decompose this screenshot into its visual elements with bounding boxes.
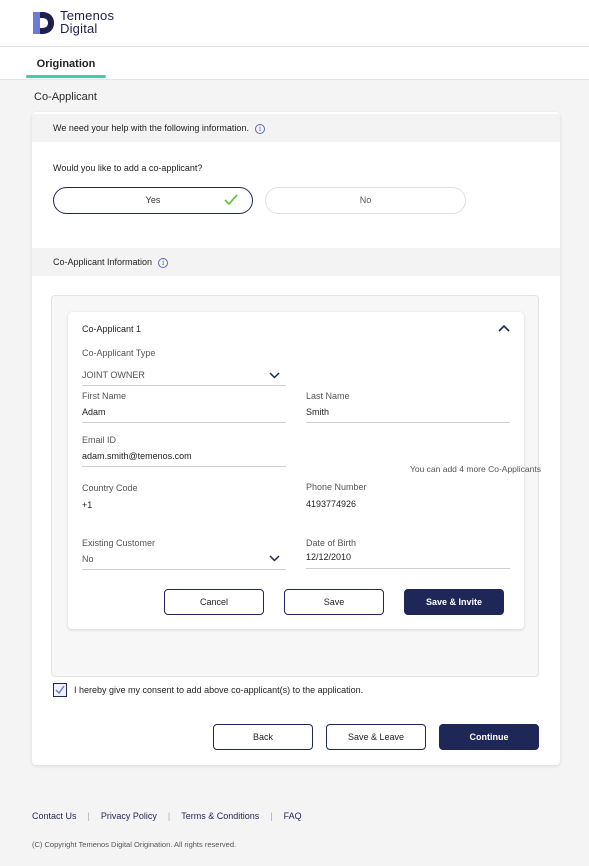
remaining-applicants-note: You can add 4 more Co-Applicants (409, 464, 541, 474)
chevron-up-icon[interactable] (498, 324, 510, 332)
copyright-text: (C) Copyright Temenos Digital Originatio… (32, 840, 237, 849)
tab-bar: Origination (0, 47, 589, 80)
no-option-label: No (359, 195, 372, 205)
help-strip: We need your help with the following inf… (32, 114, 560, 142)
check-icon (55, 685, 65, 695)
date-of-birth-field[interactable]: 12/12/2010 (306, 552, 351, 562)
no-option-button[interactable]: No (265, 187, 466, 214)
info-icon[interactable]: i (158, 257, 169, 268)
co-applicant-information-strip: Co-Applicant Information i (32, 248, 560, 276)
save-button[interactable]: Save (284, 589, 384, 615)
faq-link[interactable]: FAQ (284, 811, 302, 821)
app-header: Temenos Digital (0, 0, 589, 47)
section-strip-text: Co-Applicant Information (53, 257, 153, 267)
last-name-field[interactable]: Smith (306, 407, 329, 417)
add-co-applicant-question: Would you like to add a co-applicant? (53, 163, 203, 173)
last-name-label: Last Name (306, 391, 350, 401)
save-leave-button[interactable]: Save & Leave (326, 724, 426, 750)
email-underline (82, 466, 286, 467)
chevron-down-icon[interactable] (269, 555, 280, 562)
existing-customer-underline (82, 569, 286, 570)
first-name-underline (82, 422, 286, 423)
save-invite-button[interactable]: Save & Invite (404, 589, 504, 615)
first-name-label: First Name (82, 391, 127, 401)
privacy-policy-link[interactable]: Privacy Policy (101, 811, 157, 821)
page-title: Co-Applicant (34, 91, 97, 103)
terms-conditions-link[interactable]: Terms & Conditions (181, 811, 259, 821)
co-applicant-type-label: Co-Applicant Type (82, 348, 156, 358)
co-applicant-type-select[interactable]: JOINT OWNER (82, 370, 145, 380)
country-code-label: Country Code (82, 483, 138, 493)
co-applicant-card: We need your help with the following inf… (32, 112, 560, 765)
info-icon[interactable]: i (254, 123, 265, 134)
footer-separator: | (167, 811, 171, 821)
country-code-field[interactable]: +1 (82, 500, 92, 510)
active-tab-indicator (26, 75, 106, 78)
footer-separator: | (270, 811, 273, 821)
existing-customer-select[interactable]: No (82, 554, 94, 564)
co-applicant-title: Co-Applicant 1 (82, 324, 142, 334)
continue-button[interactable]: Continue (439, 724, 539, 750)
yes-option-button[interactable]: Yes (53, 187, 253, 214)
type-underline (82, 385, 286, 386)
yes-option-label: Yes (145, 195, 161, 205)
last-name-underline (306, 422, 510, 423)
contact-us-link[interactable]: Contact Us (32, 811, 77, 821)
consent-label: I hereby give my consent to add above co… (74, 685, 364, 695)
phone-number-label: Phone Number (306, 482, 367, 492)
date-of-birth-label: Date of Birth (306, 538, 357, 548)
cancel-button[interactable]: Cancel (164, 589, 264, 615)
check-icon (224, 194, 238, 206)
consent-checkbox[interactable] (53, 683, 67, 697)
footer-separator: | (87, 811, 90, 821)
first-name-field[interactable]: Adam (82, 407, 106, 417)
phone-number-field[interactable]: 4193774926 (306, 499, 356, 509)
help-strip-text: We need your help with the following inf… (53, 123, 249, 133)
co-applicants-panel: Co-Applicant 1 Co-Applicant Type JOINT O… (51, 295, 539, 677)
footer-links: Contact Us | Privacy Policy | Terms & Condit… (32, 811, 302, 821)
temenos-logo-icon (33, 12, 54, 34)
existing-customer-label: Existing Customer (82, 538, 156, 548)
back-button[interactable]: Back (213, 724, 313, 750)
email-field[interactable]: adam.smith@temenos.com (82, 451, 192, 461)
email-label: Email ID (82, 435, 117, 445)
chevron-down-icon[interactable] (269, 372, 280, 379)
brand-name-line2: Digital (60, 21, 98, 36)
brand-name: Temenos Digital (60, 9, 114, 35)
dob-underline (306, 568, 510, 569)
